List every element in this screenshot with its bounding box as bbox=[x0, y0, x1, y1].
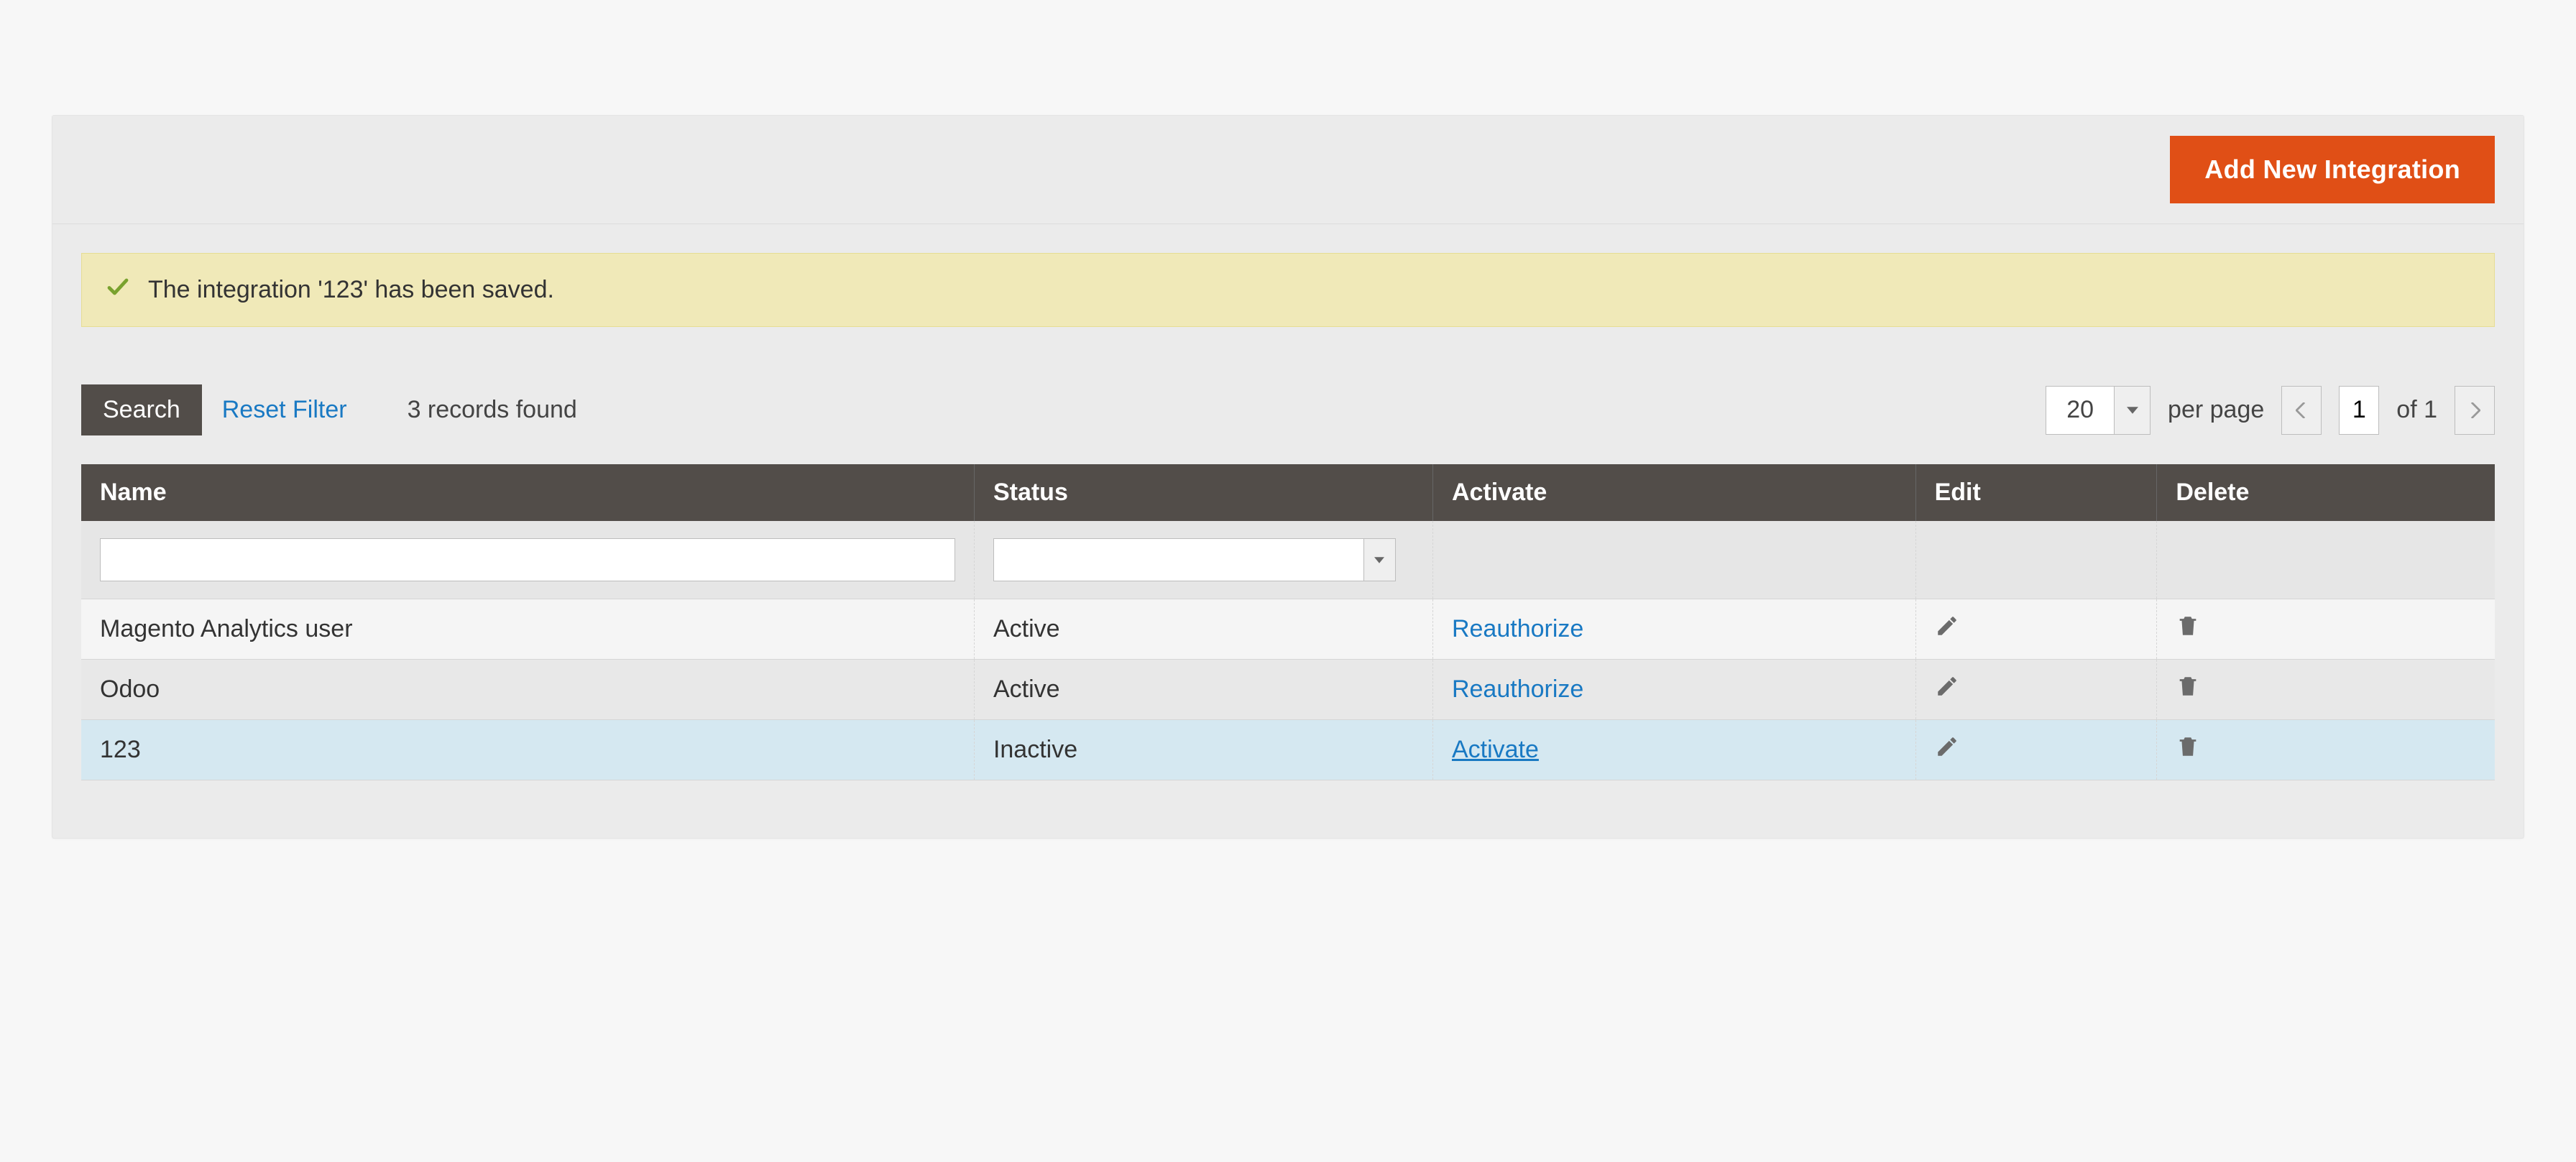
cell-delete bbox=[2157, 660, 2495, 720]
caret-down-icon[interactable] bbox=[1363, 539, 1395, 581]
cell-edit bbox=[1915, 660, 2157, 720]
cell-edit bbox=[1915, 720, 2157, 780]
reset-filter-link[interactable]: Reset Filter bbox=[222, 396, 347, 424]
trash-icon[interactable] bbox=[2176, 614, 2200, 638]
cell-status: Active bbox=[974, 660, 1432, 720]
records-found-text: 3 records found bbox=[408, 396, 577, 424]
table-header-row: Name Status Activate Edit Delete bbox=[81, 464, 2495, 521]
table-row[interactable]: OdooActive Reauthorize bbox=[81, 660, 2495, 720]
col-delete-header: Delete bbox=[2157, 464, 2495, 521]
cell-activate: Reauthorize bbox=[1432, 660, 1915, 720]
page-number-input[interactable] bbox=[2339, 386, 2379, 435]
integrations-table: Name Status Activate Edit Delete bbox=[81, 464, 2495, 780]
trash-icon[interactable] bbox=[2176, 674, 2200, 698]
check-icon bbox=[105, 274, 131, 306]
next-page-button[interactable] bbox=[2455, 386, 2495, 435]
page-size-value: 20 bbox=[2046, 386, 2114, 434]
cell-activate: Activate bbox=[1432, 720, 1915, 780]
cell-name: 123 bbox=[81, 720, 974, 780]
add-new-integration-button[interactable]: Add New Integration bbox=[2170, 136, 2495, 203]
col-name-header[interactable]: Name bbox=[81, 464, 974, 521]
cell-status: Inactive bbox=[974, 720, 1432, 780]
edit-icon[interactable] bbox=[1935, 614, 1959, 638]
notice-text: The integration '123' has been saved. bbox=[148, 276, 554, 304]
cell-status: Active bbox=[974, 599, 1432, 660]
page-total-label: of 1 bbox=[2396, 396, 2437, 424]
name-filter-input[interactable] bbox=[100, 538, 955, 581]
reauthorize-link[interactable]: Reauthorize bbox=[1452, 615, 1583, 642]
cell-delete bbox=[2157, 720, 2495, 780]
reauthorize-link[interactable]: Reauthorize bbox=[1452, 675, 1583, 703]
page-header: Add New Integration bbox=[52, 116, 2524, 224]
search-button[interactable]: Search bbox=[81, 384, 202, 435]
cell-edit bbox=[1915, 599, 2157, 660]
table-row[interactable]: Magento Analytics userActive Reauthorize bbox=[81, 599, 2495, 660]
col-status-header[interactable]: Status bbox=[974, 464, 1432, 521]
prev-page-button[interactable] bbox=[2281, 386, 2322, 435]
filter-row bbox=[81, 521, 2495, 599]
cell-name: Odoo bbox=[81, 660, 974, 720]
cell-delete bbox=[2157, 599, 2495, 660]
cell-name: Magento Analytics user bbox=[81, 599, 974, 660]
pager: 20 per page of 1 bbox=[2046, 386, 2495, 435]
trash-icon[interactable] bbox=[2176, 734, 2200, 759]
col-activate-header: Activate bbox=[1432, 464, 1915, 521]
per-page-label: per page bbox=[2168, 396, 2264, 424]
edit-icon[interactable] bbox=[1935, 674, 1959, 698]
table-row[interactable]: 123Inactive Activate bbox=[81, 720, 2495, 780]
caret-down-icon[interactable] bbox=[2114, 387, 2150, 434]
activate-link[interactable]: Activate bbox=[1452, 736, 1539, 763]
success-notice: The integration '123' has been saved. bbox=[81, 253, 2495, 327]
status-filter-select[interactable] bbox=[993, 538, 1396, 581]
grid-toolbar: Search Reset Filter 3 records found 20 p… bbox=[81, 384, 2495, 435]
cell-activate: Reauthorize bbox=[1432, 599, 1915, 660]
col-edit-header: Edit bbox=[1915, 464, 2157, 521]
edit-icon[interactable] bbox=[1935, 734, 1959, 759]
page-size-selector[interactable]: 20 bbox=[2046, 386, 2150, 435]
